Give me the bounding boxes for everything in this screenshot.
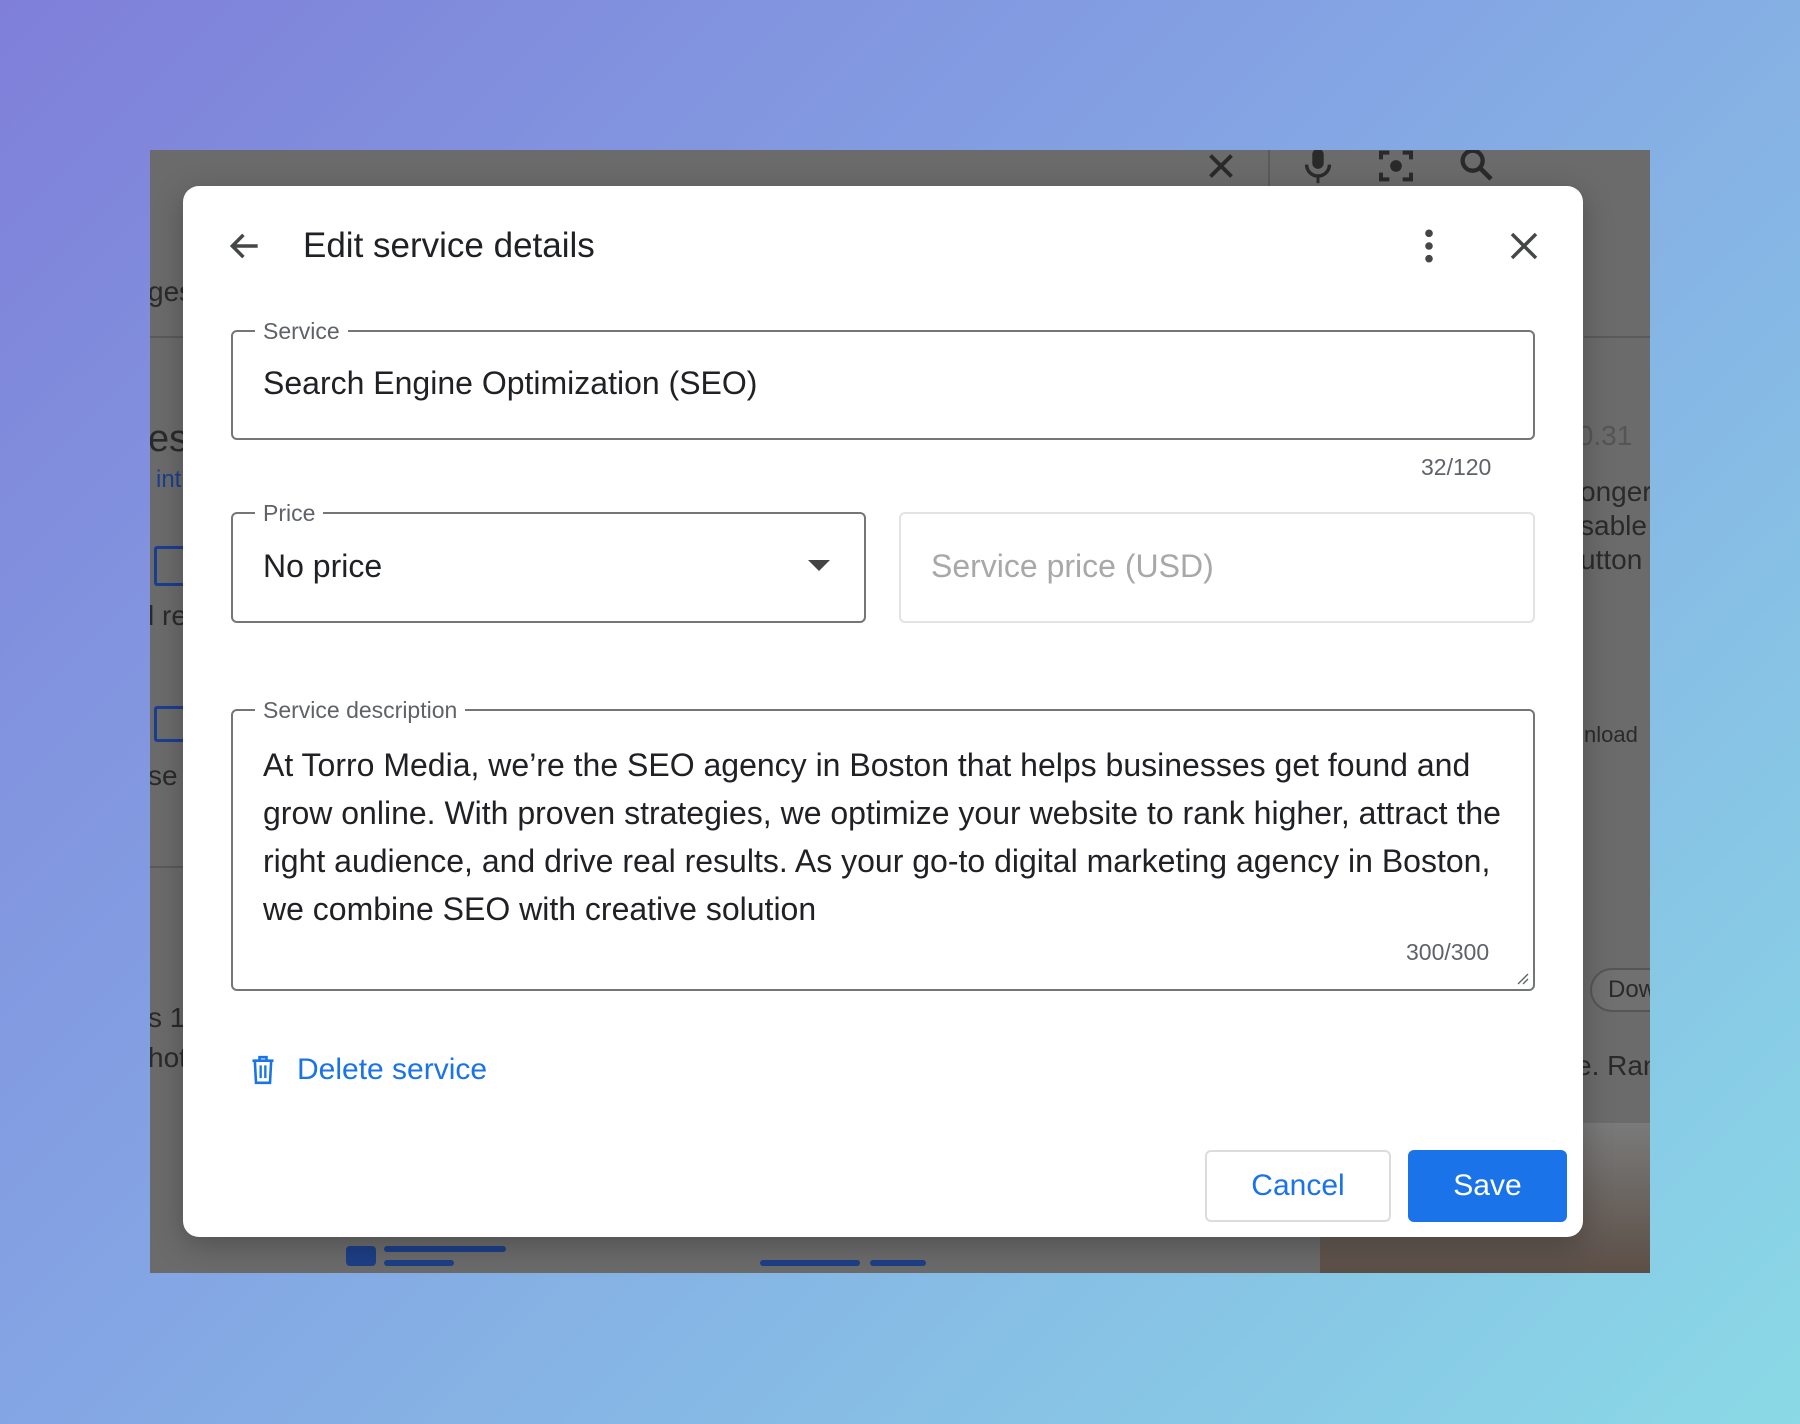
description-field-label: Service description [255,696,466,724]
bg-fragment: onger [1580,476,1650,507]
divider [1268,150,1270,186]
chart-bar [760,1260,860,1266]
service-char-counter: 32/120 [1421,454,1492,480]
chart-bar [384,1246,506,1252]
bg-fragment: utton [1580,544,1643,575]
chart-bar [384,1260,454,1266]
price-selected-value: No price [263,548,383,584]
service-name-value: Search Engine Optimization (SEO) [263,365,758,401]
bg-fragment: sable [1580,510,1647,541]
edit-service-dialog: Edit service details Service Search Engi… [183,186,1583,1237]
dialog-title: Edit service details [303,226,595,265]
resize-handle-icon[interactable] [1515,971,1529,985]
service-name-field[interactable]: Service Search Engine Optimization (SEO) [231,317,1535,440]
service-price-input[interactable]: Service price (USD) [899,512,1535,623]
service-description-textarea[interactable]: Service description At Torro Media, we’r… [231,696,1535,991]
price-type-select[interactable]: Price No price [231,499,866,623]
bg-fragment: e. Ran [1576,1050,1650,1081]
service-price-placeholder: Service price (USD) [931,548,1214,584]
chart-bar [870,1260,926,1266]
bg-fragment: l re [150,600,187,631]
bg-fragment: int [156,466,182,493]
search-icon [1456,150,1496,184]
cancel-button[interactable]: Cancel [1205,1150,1391,1222]
service-field-label: Service [255,317,348,345]
bg-fragment: se [150,760,178,791]
close-icon [1203,150,1243,188]
microphone-icon [1300,150,1340,186]
arrow-back-icon [229,233,258,259]
camera-lens-icon [1376,150,1416,186]
back-button[interactable] [217,218,273,274]
close-button[interactable] [1496,218,1552,274]
price-field-label: Price [255,499,324,527]
description-char-counter: 300/300 [1406,939,1490,965]
close-icon [1510,232,1538,260]
delete-service-label: Delete service [297,1053,488,1086]
bg-fragment: s 1 [150,1002,186,1033]
bg-fragment: nload [1584,722,1638,747]
save-button[interactable]: Save [1408,1150,1567,1222]
more-vert-icon [1425,229,1433,263]
delete-service-button[interactable]: Delete service [249,1046,487,1094]
trash-icon [252,1055,274,1085]
description-value: At Torro Media, we’re the SEO agency in … [263,747,1501,927]
bg-fragment: Dow [1590,968,1650,1012]
divider [1584,336,1650,338]
bg-fragment: hot [150,1042,187,1073]
chart-bar [346,1246,376,1266]
dropdown-arrow-icon [808,560,830,571]
more-options-button[interactable] [1401,218,1457,274]
